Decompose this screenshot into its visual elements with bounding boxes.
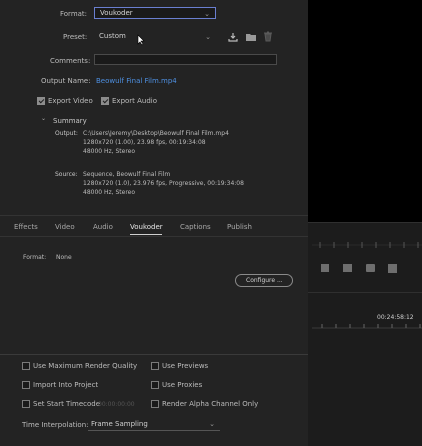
summary-source-line: 1280x720 (1.0), 23.976 fps, Progressive,… xyxy=(83,180,244,187)
summary-source-label: Source: xyxy=(55,171,78,178)
max-render-quality-label: Use Maximum Render Quality xyxy=(33,362,138,370)
delete-preset-icon[interactable] xyxy=(263,31,273,42)
comments-label: Comments: xyxy=(50,57,91,65)
start-timecode-field[interactable]: 00:00:00:00 xyxy=(98,401,135,409)
export-audio-label: Export Audio xyxy=(112,97,158,105)
summary-title: Summary xyxy=(53,117,87,125)
tabs-bottom-divider xyxy=(0,236,308,237)
import-preset-icon[interactable] xyxy=(245,32,257,42)
preset-label: Preset: xyxy=(63,33,88,41)
camera-icon[interactable] xyxy=(366,264,375,272)
tabs-divider xyxy=(0,215,308,216)
summary-output-line: 1280x720 (1.00), 23.98 fps, 00:19:34:08 xyxy=(83,139,206,146)
timeline-timecode: 00:24:58:12 xyxy=(377,314,414,321)
voukoder-format-label: Format: xyxy=(23,254,47,261)
summary-output-line: 48000 Hz, Stereo xyxy=(83,148,136,155)
render-alpha-checkbox[interactable] xyxy=(151,400,159,408)
active-tab-underline xyxy=(130,234,162,235)
set-start-timecode-checkbox[interactable] xyxy=(22,400,30,408)
mouse-cursor-icon xyxy=(137,34,145,46)
render-alpha-label: Render Alpha Channel Only xyxy=(162,400,259,408)
time-interpolation-label: Time Interpolation: xyxy=(22,421,89,429)
use-previews-checkbox[interactable] xyxy=(151,362,159,370)
import-into-project-checkbox[interactable] xyxy=(22,381,30,389)
tab-voukoder[interactable]: Voukoder xyxy=(130,223,163,231)
use-previews-label: Use Previews xyxy=(162,362,209,370)
tab-effects[interactable]: Effects xyxy=(14,223,38,231)
timeline-top-border xyxy=(308,222,422,223)
output-name-link[interactable]: Beowulf Final Film.mp4 xyxy=(96,77,177,86)
export-video-label: Export Video xyxy=(48,97,93,105)
preset-value: Custom xyxy=(99,32,126,40)
tab-audio[interactable]: Audio xyxy=(93,223,113,231)
configure-button-label: Configure ... xyxy=(246,277,283,284)
voukoder-format-value: None xyxy=(56,254,72,261)
timeline-divider xyxy=(308,292,422,293)
lift-icon[interactable] xyxy=(321,264,329,272)
preset-dropdown[interactable]: Custom ⌄ xyxy=(94,30,216,42)
import-into-project-label: Import Into Project xyxy=(33,381,99,389)
comments-field[interactable] xyxy=(94,54,277,65)
summary-output-line: C:\Users\Jeremy\Desktop\Beowulf Final Fi… xyxy=(83,130,229,137)
summary-source-line: Sequence, Beowulf Final Film xyxy=(83,171,171,178)
format-label: Format: xyxy=(60,10,88,18)
time-interpolation-dropdown[interactable]: Frame Sampling ⌄ xyxy=(88,418,220,431)
timeline-tick-ruler xyxy=(312,324,422,329)
time-interpolation-value: Frame Sampling xyxy=(91,420,148,428)
tab-publish[interactable]: Publish xyxy=(227,223,252,231)
options-divider xyxy=(0,354,308,355)
program-monitor-area xyxy=(308,0,422,222)
comparison-view-icon[interactable] xyxy=(388,264,397,273)
use-proxies-checkbox[interactable] xyxy=(151,381,159,389)
tab-captions[interactable]: Captions xyxy=(180,223,211,231)
format-dropdown[interactable]: Voukoder ⌄ xyxy=(94,7,216,19)
chevron-down-icon: ⌄ xyxy=(209,420,215,428)
output-name-label: Output Name: xyxy=(41,77,91,85)
export-audio-checkbox[interactable] xyxy=(101,97,109,105)
use-proxies-label: Use Proxies xyxy=(162,381,203,389)
max-render-quality-checkbox[interactable] xyxy=(22,362,30,370)
tab-video[interactable]: Video xyxy=(55,223,75,231)
set-start-timecode-label: Set Start Timecode xyxy=(33,400,101,408)
summary-collapse-chevron-icon[interactable]: ⌄ xyxy=(41,115,46,122)
timeline-panel xyxy=(308,222,422,446)
format-value: Voukoder xyxy=(100,9,133,17)
summary-source-line: 48000 Hz, Stereo xyxy=(83,189,136,196)
extract-icon[interactable] xyxy=(343,264,352,272)
configure-button[interactable]: Configure ... xyxy=(235,274,293,287)
summary-output-label: Output: xyxy=(55,130,78,137)
chevron-down-icon: ⌄ xyxy=(205,33,211,41)
export-video-checkbox[interactable] xyxy=(37,97,45,105)
chevron-down-icon: ⌄ xyxy=(204,10,210,18)
timeline-ruler xyxy=(312,242,422,248)
save-preset-icon[interactable] xyxy=(228,32,238,42)
